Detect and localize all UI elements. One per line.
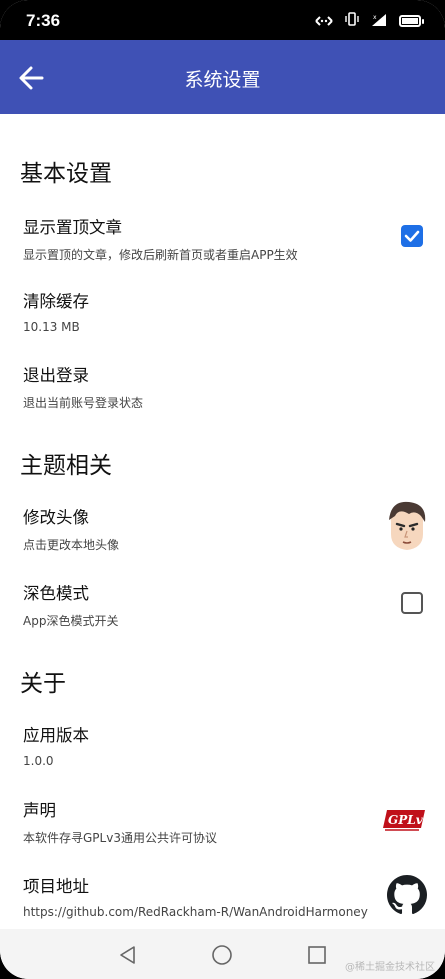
gplv3-logo-icon: GPLv3 [381,807,431,833]
setting-title: 清除缓存 [23,292,89,311]
setting-subtitle: 点击更改本地头像 [23,538,120,552]
battery-icon [399,15,424,27]
show-top-checkbox[interactable] [401,225,423,247]
status-time: 7:36 [26,11,61,30]
settings-list: 基本设置 显示置顶文章 显示置顶的文章，修改后刷新首页或者重启APP生效 清除缓… [0,114,445,929]
page-title: 系统设置 [184,69,261,91]
setting-subtitle: 本软件存寻GPLv3通用公共许可协议 [23,831,217,845]
setting-title: 深色模式 [23,584,89,603]
setting-dark-mode[interactable]: 深色模式 App深色模式开关 [0,580,445,650]
github-icon[interactable] [387,875,427,915]
nav-recents-button[interactable] [305,943,329,967]
setting-statement[interactable]: 声明 本软件存寻GPLv3通用公共许可协议 GPLv3 [0,797,445,867]
home-circle-icon [212,945,232,965]
setting-show-top-articles[interactable]: 显示置顶文章 显示置顶的文章，修改后刷新首页或者重启APP生效 [0,214,445,284]
svg-text:GPLv3: GPLv3 [388,813,429,827]
vibrate-icon [345,11,359,31]
navigation-bar: @稀土掘金技术社区 [0,929,445,979]
setting-title: 应用版本 [23,726,89,745]
dark-mode-checkbox[interactable] [401,592,423,614]
cache-size: 10.13 MB [23,320,80,334]
app-version: 1.0.0 [23,754,54,768]
recents-square-icon [308,946,326,964]
status-icons: x [315,11,424,31]
setting-subtitle: 退出当前账号登录状态 [23,396,144,410]
section-title-theme: 主题相关 [20,453,112,479]
setting-change-avatar[interactable]: 修改头像 点击更改本地头像 [0,501,445,574]
screen: 7:36 x 系统设置 基本设置 显示置顶文章 显示置顶的文章，修改后刷新首页或… [0,0,445,979]
app-bar: 系统设置 [0,40,445,114]
status-bar: 7:36 x [0,0,445,40]
avatar[interactable] [385,500,429,552]
setting-logout[interactable]: 退出登录 退出当前账号登录状态 [0,362,445,432]
setting-title: 退出登录 [23,366,89,385]
setting-subtitle: App深色模式开关 [23,614,119,628]
data-transfer-icon [315,12,333,31]
setting-app-version[interactable]: 应用版本 1.0.0 [0,722,445,792]
setting-title: 显示置顶文章 [23,218,122,237]
section-title-about: 关于 [20,671,66,697]
svg-text:x: x [373,14,377,21]
setting-subtitle: 显示置顶的文章，修改后刷新首页或者重启APP生效 [23,248,298,262]
setting-clear-cache[interactable]: 清除缓存 10.13 MB [0,288,445,358]
back-triangle-icon [120,946,135,964]
checkmark-icon [404,230,420,242]
setting-title: 项目地址 [23,877,89,896]
setting-title: 声明 [23,801,56,820]
section-title-basic: 基本设置 [20,161,112,187]
phone-frame: 7:36 x 系统设置 基本设置 显示置顶文章 显示置顶的文章，修改后刷新首页或… [0,0,445,979]
setting-title: 修改头像 [23,508,89,527]
project-url: https://github.com/RedRackham-R/WanAndro… [23,905,368,919]
nav-home-button[interactable] [210,943,234,967]
nav-back-button[interactable] [116,943,140,967]
signal-icon: x [371,12,387,31]
watermark: @稀土掘金技术社区 [345,962,435,973]
